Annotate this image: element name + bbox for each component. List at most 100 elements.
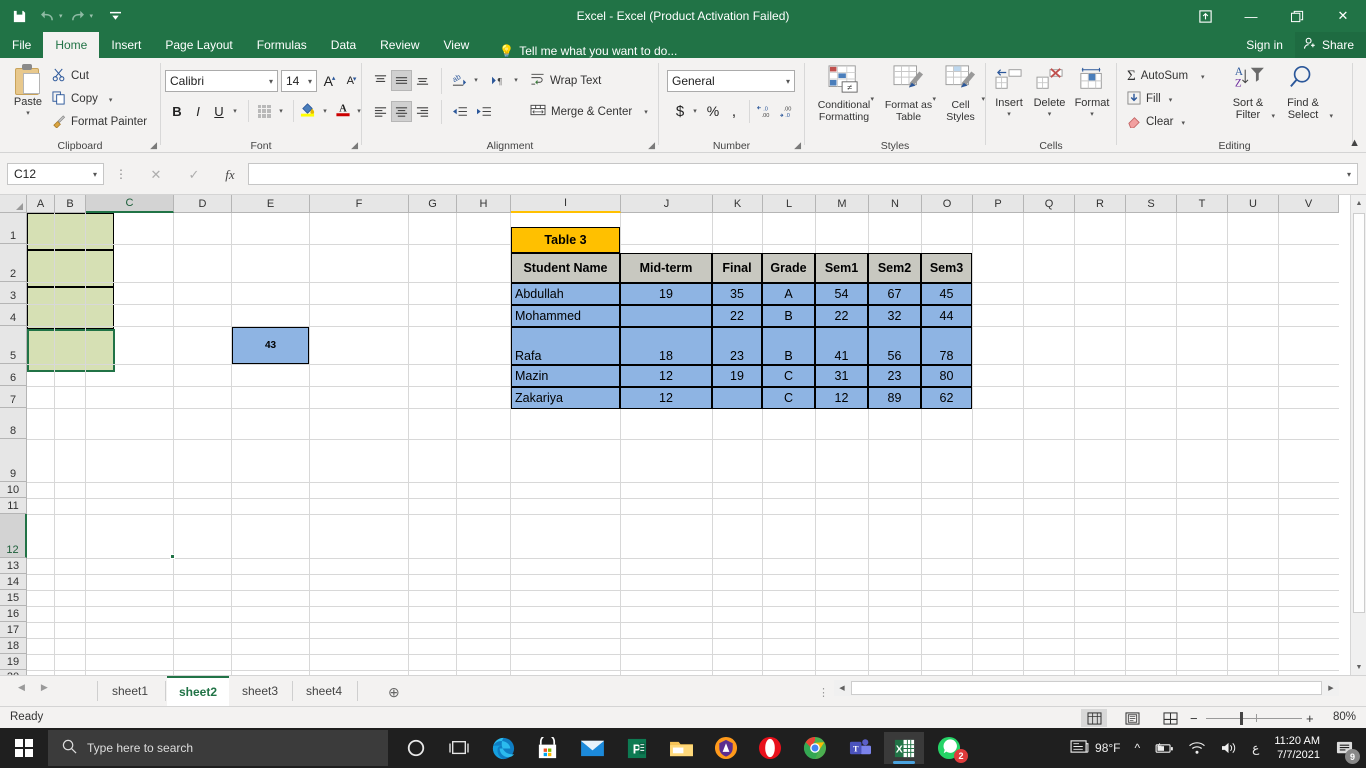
vertical-scroll-thumb[interactable] [1353,213,1365,613]
zoom-out-button[interactable]: − [1190,711,1198,726]
decrease-decimal-button[interactable]: .00.0 [777,100,799,122]
show-hidden-icons-button[interactable]: ^ [1128,728,1148,768]
table-row[interactable]: Mazin [511,365,620,387]
sheet-tab-sheet2[interactable]: sheet2 [167,676,230,706]
formula-input[interactable]: ▾ [248,163,1358,185]
font-family-dropdown-icon[interactable]: ▾ [269,77,273,86]
underline-dropdown-icon[interactable]: ▾ [229,104,241,118]
col-header-P[interactable]: P [973,195,1024,213]
table-row[interactable]: 67 [868,283,921,305]
paste-button[interactable]: Paste ▾ [6,62,50,136]
table-row[interactable] [620,305,712,327]
scroll-up-arrow-icon[interactable]: ▲ [1351,195,1366,211]
table-row[interactable]: 41 [815,327,868,365]
collapse-ribbon-button[interactable]: ▲ [1349,137,1360,149]
bold-button[interactable]: B [167,101,187,121]
page-layout-view-button[interactable] [1119,709,1145,727]
tab-file[interactable]: File [0,32,43,58]
microsoft-store-icon[interactable] [527,732,567,764]
table-row[interactable]: 44 [921,305,972,327]
table-row[interactable]: 19 [712,365,762,387]
page-break-view-button[interactable] [1157,709,1183,727]
cell-E5[interactable]: 43 [232,327,309,364]
sheet-tab-sheet3[interactable]: sheet3 [230,676,290,706]
cell-C9[interactable] [27,287,114,329]
fill-dropdown-icon[interactable]: ▾ [1169,96,1173,104]
col-header-N[interactable]: N [869,195,922,213]
cell-styles-button[interactable]: Cell Styles ▾ [938,64,985,123]
align-bottom-button[interactable] [412,70,433,91]
cut-button[interactable]: Cut [52,66,89,86]
number-dialog-launcher[interactable]: ◢ [794,140,801,151]
tab-review[interactable]: Review [368,32,431,58]
col-header-M[interactable]: M [816,195,869,213]
edge-icon[interactable] [483,732,523,764]
scroll-right-arrow-icon[interactable]: ▶ [1323,680,1339,696]
row-header-17[interactable]: 17 [0,622,27,638]
taskbar-search-input[interactable]: Type here to search [48,730,388,766]
col-header-L[interactable]: L [763,195,816,213]
col-header-O[interactable]: O [922,195,973,213]
table-row[interactable]: 80 [921,365,972,387]
insert-function-icon[interactable]: fx [214,165,246,185]
font-dialog-launcher[interactable]: ◢ [351,140,358,151]
col-header-I[interactable]: I [511,195,621,213]
row-header-16[interactable]: 16 [0,606,27,622]
cancel-formula-icon[interactable]: ✕ [140,165,172,185]
vertical-scrollbar[interactable]: ▲ ▼ [1350,195,1366,675]
delete-cells-dropdown-icon[interactable]: ▾ [1048,110,1052,118]
col-header-Q[interactable]: Q [1024,195,1075,213]
row-header-18[interactable]: 18 [0,638,27,654]
table-row[interactable]: 32 [868,305,921,327]
table-row[interactable]: 35 [712,283,762,305]
table-row[interactable]: 23 [868,365,921,387]
fill-color-dropdown-icon[interactable]: ▾ [319,104,331,118]
increase-decimal-button[interactable]: .0.00 [755,100,777,122]
col-header-H[interactable]: H [457,195,511,213]
conditional-formatting-dropdown-icon[interactable]: ▾ [870,95,874,103]
font-family-input[interactable]: Calibri ▾ [165,70,278,92]
table-row[interactable]: B [762,305,815,327]
format-cells-dropdown-icon[interactable]: ▾ [1090,110,1094,118]
row-header-2[interactable]: 2 [0,244,27,282]
table-row[interactable]: 31 [815,365,868,387]
table3-header-sem2[interactable]: Sem2 [868,253,921,283]
format-as-table-dropdown-icon[interactable]: ▾ [932,95,936,103]
row-header-9[interactable]: 9 [0,439,27,482]
conditional-formatting-button[interactable]: ≠ Conditional Formatting ▾ [808,64,880,123]
select-all-corner[interactable] [0,195,27,213]
copy-button[interactable]: Copy ▾ [52,89,112,109]
scroll-down-arrow-icon[interactable]: ▼ [1351,659,1366,675]
table-row[interactable]: C [762,365,815,387]
fill-color-button[interactable] [297,99,319,121]
enter-formula-icon[interactable]: ✓ [178,165,210,185]
action-center-button[interactable]: 9 [1328,728,1366,768]
table3-header-grade[interactable]: Grade [762,253,815,283]
italic-button[interactable]: I [188,101,208,121]
table-row[interactable]: Abdullah [511,283,620,305]
cortana-icon[interactable] [396,732,436,764]
clear-button[interactable]: Clear ▾ [1127,112,1185,132]
tab-home[interactable]: Home [43,32,100,58]
sort-filter-button[interactable]: AZ Sort & Filter ▾ [1222,64,1275,121]
table-row[interactable]: 19 [620,283,712,305]
zoom-slider-knob[interactable] [1240,712,1243,725]
table-row[interactable]: 23 [712,327,762,365]
align-center-button[interactable] [391,101,412,122]
col-header-R[interactable]: R [1075,195,1126,213]
alignment-dialog-launcher[interactable]: ◢ [648,140,655,151]
table-row[interactable]: B [762,327,815,365]
find-select-button[interactable]: Find & Select ▾ [1275,64,1333,121]
row-header-8[interactable]: 8 [0,408,27,439]
close-button[interactable]: ✕ [1320,0,1366,32]
col-header-A[interactable]: A [27,195,55,213]
table-row[interactable]: A [762,283,815,305]
sheet-next-icon[interactable]: ▶ [41,682,48,693]
tab-view[interactable]: View [432,32,482,58]
expand-formula-bar-icon[interactable]: ▾ [1347,170,1351,179]
table-row[interactable]: 22 [712,305,762,327]
taskbar-clock[interactable]: 11:20 AM 7/7/2021 [1266,734,1328,762]
font-color-button[interactable]: A [333,99,353,121]
opera-icon[interactable] [750,732,790,764]
table-row[interactable]: 78 [921,327,972,365]
